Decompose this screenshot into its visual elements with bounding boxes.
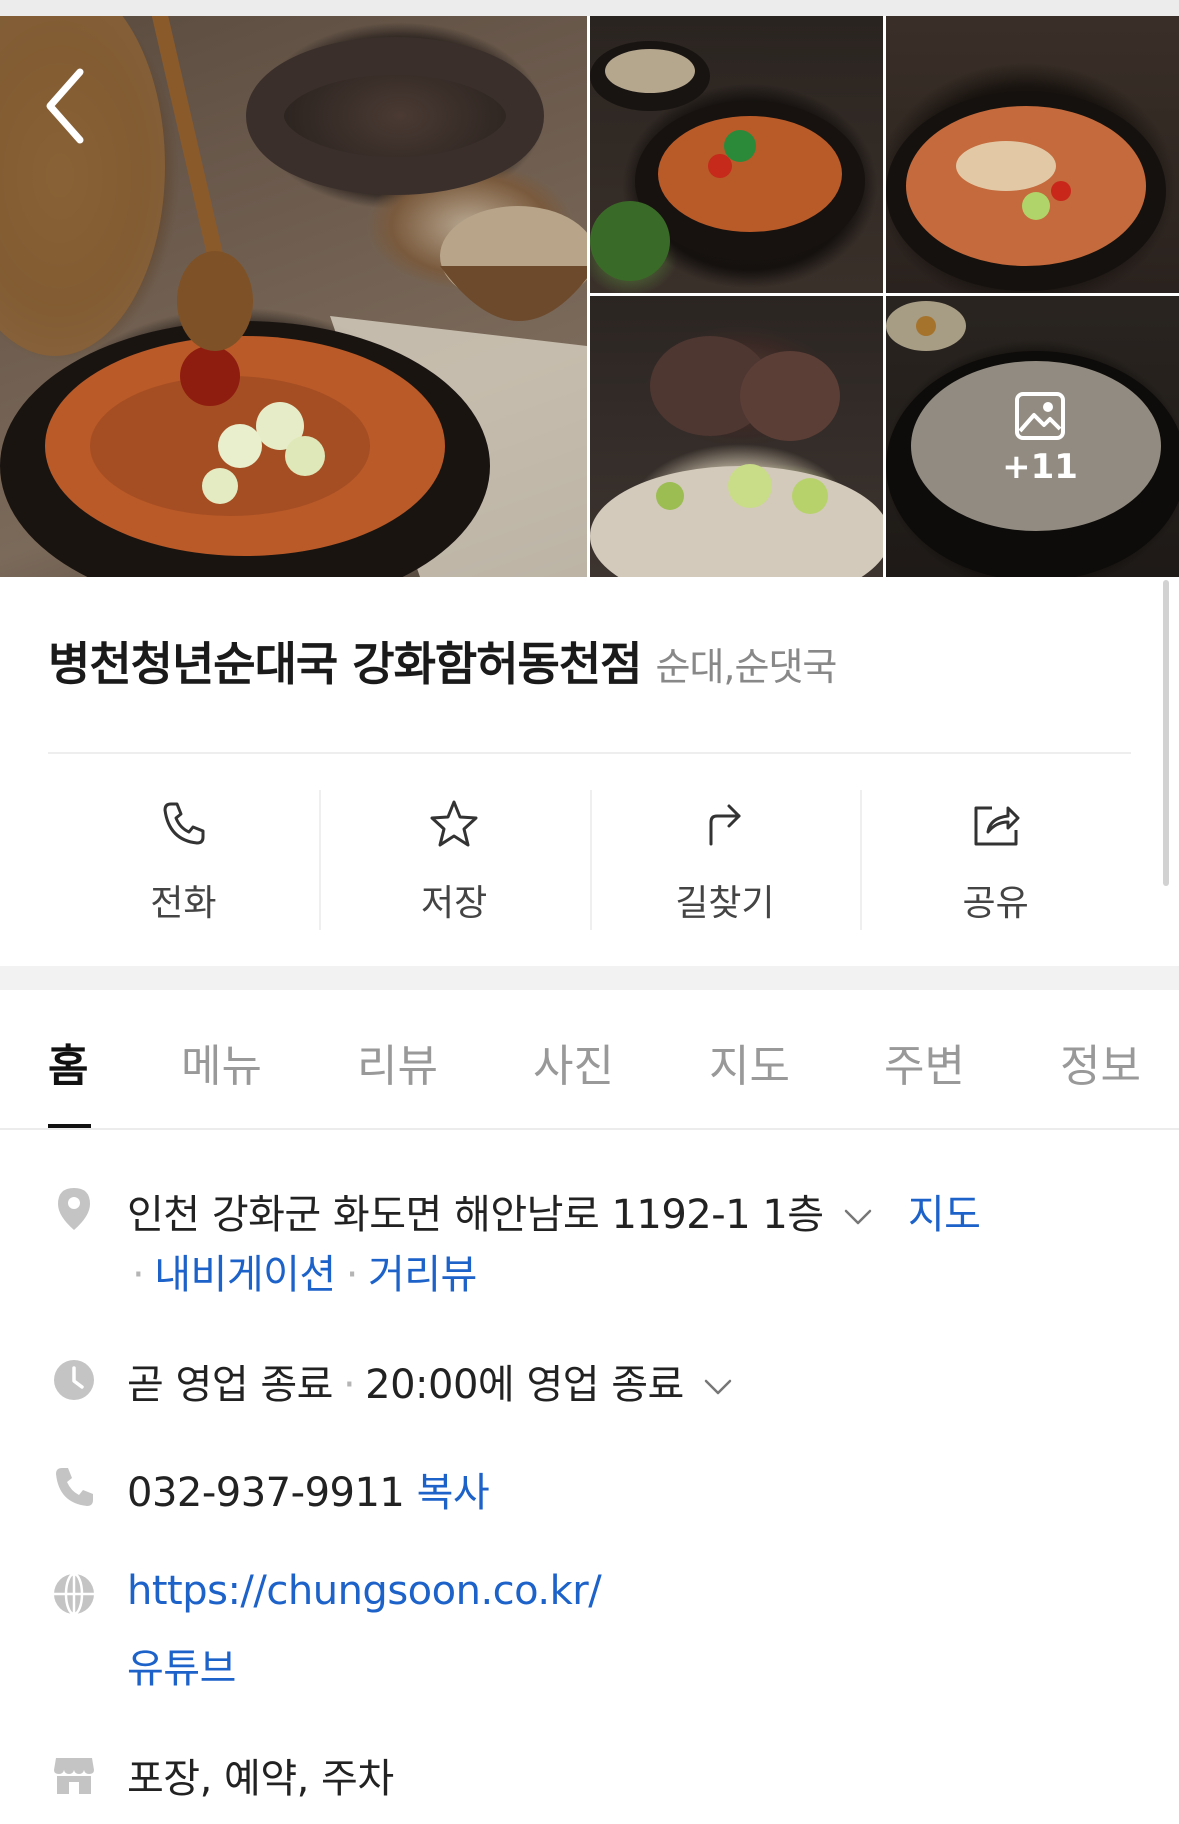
photo-thumb-2[interactable]: my: [886, 16, 1179, 293]
call-button[interactable]: 전화: [48, 790, 319, 930]
clock-icon: [54, 1360, 94, 1400]
phone-row: 032-937-9911 복사: [127, 1460, 490, 1518]
share-icon: [974, 806, 1020, 846]
address-links-row: · 내비게이션 · 거리뷰: [122, 1242, 477, 1300]
bullet: ·: [342, 1362, 356, 1408]
call-label: 전화: [150, 883, 217, 924]
scrollbar[interactable]: [1163, 580, 1169, 886]
directions-label: 길찾기: [675, 883, 775, 924]
website-row: https://chungsoon.co.kr/: [127, 1568, 602, 1614]
tab-map[interactable]: 지도: [709, 1030, 790, 1094]
save-label: 저장: [421, 883, 488, 924]
share-label: 공유: [962, 883, 1029, 924]
youtube-row: 유튜브: [127, 1636, 236, 1694]
tab-menu[interactable]: 메뉴: [181, 1030, 262, 1094]
navigation-link[interactable]: 내비게이션: [154, 1252, 336, 1298]
photo-count-label: +11: [1002, 447, 1078, 487]
chevron-down-icon[interactable]: [844, 1208, 872, 1226]
directions-button[interactable]: 길찾기: [589, 790, 861, 930]
directions-icon: [709, 804, 741, 846]
bullet: ·: [132, 1252, 145, 1298]
image-icon: [1015, 392, 1065, 440]
status-strip: [0, 0, 1179, 16]
tab-bar: 홈 메뉴 리뷰 사진 지도 주변 정보: [0, 990, 1179, 1128]
divider: [48, 752, 1131, 754]
tab-nearby[interactable]: 주변: [884, 1030, 965, 1094]
copy-phone-button[interactable]: 복사: [417, 1470, 490, 1516]
hours-status: 곧 영업 종료: [127, 1362, 333, 1408]
photo-thumb-3[interactable]: [590, 296, 883, 577]
youtube-link[interactable]: 유튜브: [127, 1646, 236, 1692]
tab-info[interactable]: 정보: [1060, 1030, 1141, 1094]
globe-icon: [54, 1572, 94, 1616]
chevron-down-icon[interactable]: [704, 1378, 732, 1396]
back-button[interactable]: [42, 66, 92, 146]
phone-icon: [56, 1468, 93, 1506]
photo-gallery[interactable]: my +11: [0, 16, 1179, 577]
website-link[interactable]: https://chungsoon.co.kr/: [127, 1568, 602, 1614]
save-button[interactable]: 저장: [318, 790, 590, 930]
chevron-left-icon: [46, 68, 84, 144]
phone-number[interactable]: 032-937-9911: [127, 1470, 405, 1516]
address-text: 인천 강화군 화도면 해안남로 1192-1 1층: [127, 1192, 824, 1238]
photo-main[interactable]: [0, 16, 587, 577]
amenities-text: 포장, 예약, 주차: [127, 1756, 394, 1802]
more-photos-button[interactable]: +11: [980, 391, 1100, 487]
tab-photos[interactable]: 사진: [533, 1030, 614, 1094]
location-pin-icon: [58, 1188, 90, 1230]
streetview-link[interactable]: 거리뷰: [368, 1252, 477, 1298]
star-icon: [430, 800, 478, 847]
hours-detail: 20:00에 영업 종료: [365, 1362, 684, 1408]
tab-home[interactable]: 홈: [48, 1030, 88, 1094]
place-category: 순대,순댓국: [655, 645, 838, 689]
place-title: 병천청년순대국 강화함허동천점: [48, 637, 642, 691]
amenities-row: 포장, 예약, 주차: [127, 1746, 394, 1804]
place-header: 병천청년순대국 강화함허동천점 순대,순댓국: [48, 628, 838, 694]
store-icon: [54, 1758, 94, 1794]
hours-row[interactable]: 곧 영업 종료 · 20:00에 영업 종료: [127, 1352, 732, 1410]
map-link[interactable]: 지도: [908, 1192, 981, 1238]
section-separator: [0, 966, 1179, 990]
bullet: ·: [345, 1252, 359, 1298]
tab-reviews[interactable]: 리뷰: [357, 1030, 438, 1094]
divider: [0, 1128, 1179, 1130]
phone-icon: [163, 802, 205, 845]
photo-thumb-1[interactable]: [590, 16, 883, 293]
action-bar: 전화 저장 길찾기 공유: [48, 790, 1131, 930]
address-row: 인천 강화군 화도면 해안남로 1192-1 1층 지도: [127, 1182, 981, 1240]
share-button[interactable]: 공유: [860, 790, 1131, 930]
